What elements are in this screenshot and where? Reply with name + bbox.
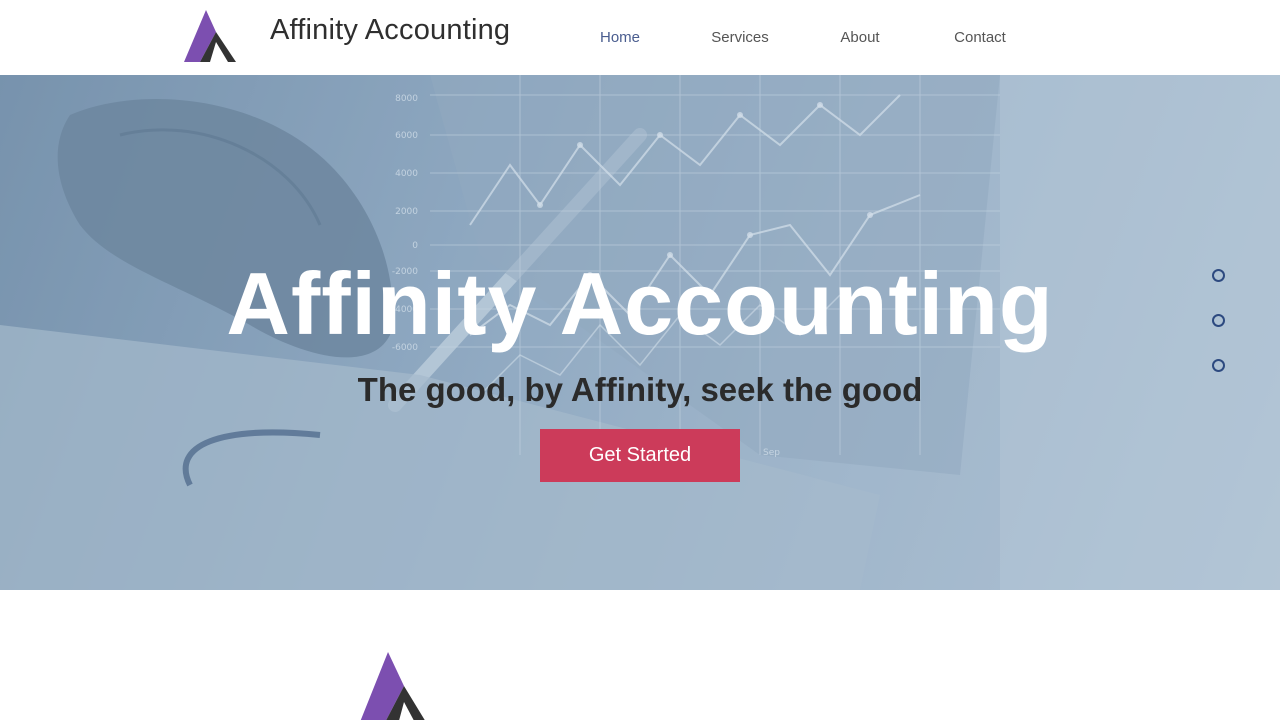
hero-subtitle: The good, by Affinity, seek the good [357, 371, 923, 408]
nav-home[interactable]: Home [560, 29, 680, 46]
affinity-logo-icon[interactable] [182, 8, 238, 64]
slide-dot-3[interactable] [1212, 359, 1225, 372]
nav-services[interactable]: Services [680, 29, 800, 46]
hero-section: 8000 6000 4000 2000 0 -2000 -4000 -6000 … [0, 75, 1280, 590]
get-started-button[interactable]: Get Started [540, 429, 740, 482]
hero-title: Affinity Accounting [226, 254, 1054, 353]
site-title[interactable]: Affinity Accounting [270, 14, 510, 47]
slide-dots [1212, 269, 1226, 404]
affinity-logo-icon [360, 652, 425, 720]
slide-dot-2[interactable] [1212, 314, 1225, 327]
nav-contact[interactable]: Contact [920, 29, 1040, 46]
about-section [0, 590, 1280, 720]
slide-dot-1[interactable] [1212, 269, 1225, 282]
nav-about[interactable]: About [800, 29, 920, 46]
main-nav: Home Services About Contact [560, 0, 1040, 75]
site-header: Affinity Accounting Home Services About … [0, 0, 1280, 75]
